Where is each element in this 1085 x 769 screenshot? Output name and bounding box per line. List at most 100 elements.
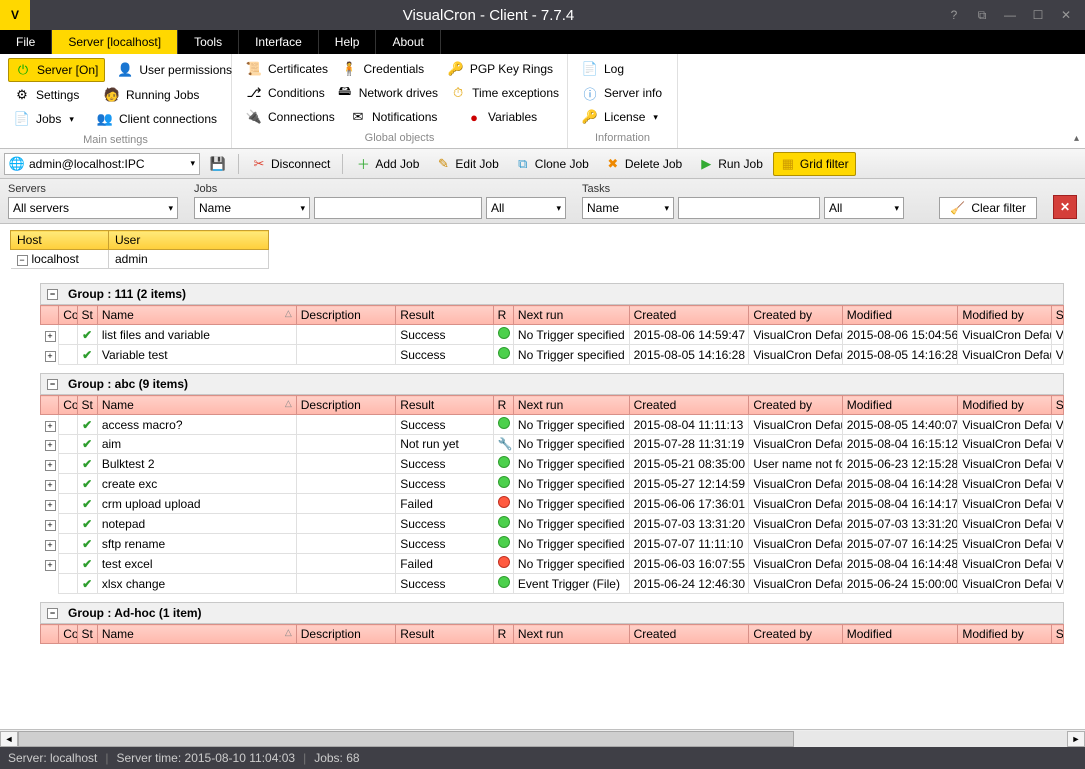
running-jobs-button[interactable]: 🧑Running Jobs	[98, 84, 205, 106]
col-description[interactable]: Description	[296, 306, 395, 325]
variables-button[interactable]: ●Variables	[460, 106, 543, 128]
expand-row-button[interactable]: +	[45, 331, 56, 342]
col-co[interactable]: Co	[59, 625, 77, 644]
col-co[interactable]: Co	[59, 306, 77, 325]
menu-interface[interactable]: Interface	[239, 30, 319, 54]
expand-row-button[interactable]: +	[45, 351, 56, 362]
col-co[interactable]: Co	[59, 396, 77, 415]
table-row[interactable]: + ✔ Bulktest 2 Success No Trigger specif…	[41, 454, 1064, 474]
col-modified[interactable]: Modified	[842, 306, 958, 325]
col-next-run[interactable]: Next run	[513, 396, 629, 415]
col-created[interactable]: Created	[629, 396, 749, 415]
menu-server[interactable]: Server [localhost]	[52, 30, 178, 54]
col-modified[interactable]: Modified	[842, 625, 958, 644]
tasks-field-select[interactable]: Name▾	[582, 197, 674, 219]
credentials-button[interactable]: 🧍Credentials	[335, 58, 441, 80]
scroll-right-button[interactable]: ►	[1067, 731, 1085, 747]
col-modified-by[interactable]: Modified by	[958, 306, 1051, 325]
group-header[interactable]: −Group : 111 (2 items)	[40, 283, 1064, 305]
table-row[interactable]: + ✔ sftp rename Success No Trigger speci…	[41, 534, 1064, 554]
servers-filter-select[interactable]: All servers▾	[8, 197, 178, 219]
user-permissions-button[interactable]: 👤User permissions	[111, 58, 238, 82]
col-created-by[interactable]: Created by	[749, 625, 842, 644]
col-tail[interactable]: S	[1051, 625, 1063, 644]
col-description[interactable]: Description	[296, 396, 395, 415]
expand-row-button[interactable]: +	[45, 540, 56, 551]
client-connections-button[interactable]: 👥Client connections	[91, 108, 223, 130]
server-on-button[interactable]: ⏻Server [On]	[8, 58, 105, 82]
connections-button[interactable]: 🔌Connections	[240, 106, 344, 128]
col-created-by[interactable]: Created by	[749, 396, 842, 415]
col-r[interactable]: R	[493, 396, 513, 415]
table-row[interactable]: + ✔ access macro? Success No Trigger spe…	[41, 415, 1064, 435]
jobs-button[interactable]: 📄Jobs▾	[8, 108, 91, 130]
col-r[interactable]: R	[493, 306, 513, 325]
col-modified[interactable]: Modified	[842, 396, 958, 415]
group-header[interactable]: −Group : abc (9 items)	[40, 373, 1064, 395]
table-row[interactable]: + ✔ notepad Success No Trigger specified…	[41, 514, 1064, 534]
expand-row-button[interactable]: +	[45, 520, 56, 531]
help-icon[interactable]: ?	[947, 8, 961, 23]
table-row[interactable]: + ✔ create exc Success No Trigger specif…	[41, 474, 1064, 494]
ribbon-collapse-icon[interactable]: ▴	[1074, 133, 1079, 144]
col-tail[interactable]: S	[1051, 306, 1063, 325]
clear-filter-button[interactable]: 🧹Clear filter	[939, 197, 1037, 219]
table-row[interactable]: + ✔ Variable test Success No Trigger spe…	[41, 345, 1064, 365]
maximize-icon[interactable]: ☐	[1031, 8, 1045, 23]
collapse-group-button[interactable]: −	[47, 379, 58, 390]
jobs-filter-input[interactable]	[314, 197, 482, 219]
grid-filter-button[interactable]: ▦Grid filter	[773, 152, 856, 176]
scroll-track[interactable]	[18, 731, 1067, 747]
connection-combo[interactable]: 🌐 admin@localhost:IPC ▾	[4, 153, 200, 175]
scroll-thumb[interactable]	[18, 731, 794, 747]
col-created[interactable]: Created	[629, 625, 749, 644]
restore-icon[interactable]: ⧉	[975, 8, 989, 23]
table-row[interactable]: + ✔ aim Not run yet 🔧 No Trigger specifi…	[41, 435, 1064, 454]
expand-row-button[interactable]: +	[45, 460, 56, 471]
clone-job-button[interactable]: ⧉Clone Job	[509, 153, 595, 175]
tasks-filter-input[interactable]	[678, 197, 820, 219]
col-r[interactable]: R	[493, 625, 513, 644]
disconnect-button[interactable]: ✂Disconnect	[245, 153, 336, 175]
expand-row-button[interactable]: +	[45, 560, 56, 571]
col-tail[interactable]: S	[1051, 396, 1063, 415]
col-result[interactable]: Result	[396, 625, 493, 644]
settings-button[interactable]: ⚙Settings	[8, 84, 98, 106]
col-next-run[interactable]: Next run	[513, 625, 629, 644]
collapse-group-button[interactable]: −	[47, 608, 58, 619]
col-name[interactable]: Name△	[97, 396, 296, 415]
server-info-button[interactable]: ⓘServer info	[576, 82, 668, 104]
menu-file[interactable]: File	[0, 30, 52, 54]
add-job-button[interactable]: ＋Add Job	[349, 153, 425, 175]
table-row[interactable]: + ✔ crm upload upload Failed No Trigger …	[41, 494, 1064, 514]
col-created-by[interactable]: Created by	[749, 306, 842, 325]
save-toolbar-button[interactable]: 💾	[204, 153, 232, 175]
table-row[interactable]: ✔ xlsx change Success Event Trigger (Fil…	[41, 574, 1064, 594]
expand-row-button[interactable]: +	[45, 500, 56, 511]
col-next-run[interactable]: Next run	[513, 306, 629, 325]
menu-about[interactable]: About	[376, 30, 440, 54]
log-button[interactable]: 📄Log	[576, 58, 630, 80]
col-name[interactable]: Name△	[97, 306, 296, 325]
col-st[interactable]: St	[77, 306, 97, 325]
minimize-icon[interactable]: —	[1003, 8, 1017, 23]
collapse-group-button[interactable]: −	[47, 289, 58, 300]
col-result[interactable]: Result	[396, 306, 493, 325]
menu-help[interactable]: Help	[319, 30, 377, 54]
col-host[interactable]: Host	[11, 231, 109, 250]
expand-row-button[interactable]: +	[45, 421, 56, 432]
col-created[interactable]: Created	[629, 306, 749, 325]
tasks-all-select[interactable]: All▾	[824, 197, 904, 219]
col-name[interactable]: Name△	[97, 625, 296, 644]
expand-row-button[interactable]: +	[45, 480, 56, 491]
certificates-button[interactable]: 📜Certificates	[240, 58, 335, 80]
network-drives-button[interactable]: 🖴Network drives	[331, 82, 444, 104]
conditions-button[interactable]: ⎇Conditions	[240, 82, 331, 104]
col-modified-by[interactable]: Modified by	[958, 625, 1051, 644]
col-description[interactable]: Description	[296, 625, 395, 644]
col-st[interactable]: St	[77, 625, 97, 644]
time-exceptions-button[interactable]: ⏱Time exceptions	[444, 82, 565, 104]
col-user[interactable]: User	[109, 231, 269, 250]
expand-row-button[interactable]: +	[45, 440, 56, 451]
jobs-field-select[interactable]: Name▾	[194, 197, 310, 219]
